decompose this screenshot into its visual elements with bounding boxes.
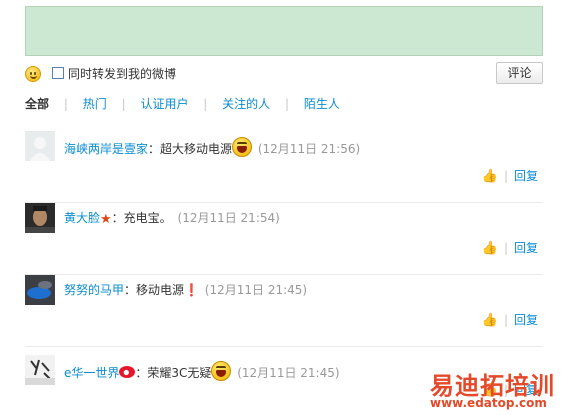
vip-icon: ★ <box>100 212 112 227</box>
emoticon-icon[interactable] <box>25 66 41 82</box>
comment-time: (12月11日 21:45) <box>237 366 340 380</box>
comment-item: 黄大脸★：充电宝。 (12月11日 21:54) 👍 | 回复 <box>25 203 543 275</box>
filter-tab-following[interactable]: 关注的人 <box>222 95 270 112</box>
reply-button[interactable]: 回复 <box>514 169 538 183</box>
comment-line: e华一世界 ：荣耀3C无疑 (12月11日 21:45) <box>64 361 340 381</box>
comment-item: 努努的马甲：移动电源❗ (12月11日 21:45) 👍 | 回复 <box>25 275 543 347</box>
avatar[interactable] <box>25 275 55 305</box>
comment-submit-button[interactable]: 评论 <box>496 62 543 84</box>
avatar[interactable] <box>25 355 55 385</box>
comment-time: (12月11日 21:54) <box>177 211 280 225</box>
reply-button[interactable]: 回复 <box>514 313 538 327</box>
comment-username[interactable]: 黄大脸 <box>64 211 100 225</box>
comment-item: 海峡两岸是壹家：超大移动电源 (12月11日 21:56) 👍 | 回复 <box>25 131 543 203</box>
comment-filter-bar: 全部 | 热门 | 认证用户 | 关注的人 | 陌生人 <box>25 95 340 112</box>
watermark: 易迪拓培训 www.edatop.com <box>430 366 580 414</box>
filter-tab-hot[interactable]: 热门 <box>83 95 107 112</box>
filter-separator: | <box>285 97 290 111</box>
comment-time: (12月11日 21:45) <box>204 283 308 297</box>
comment-textarea[interactable] <box>25 6 543 56</box>
filter-tab-strangers[interactable]: 陌生人 <box>304 95 340 112</box>
comment-actions: 👍 | 回复 <box>482 167 538 184</box>
repost-checkbox[interactable] <box>52 67 64 79</box>
comment-username[interactable]: e华一世界 <box>64 366 119 380</box>
filter-tab-verified[interactable]: 认证用户 <box>140 95 188 112</box>
comment-line: 海峡两岸是壹家：超大移动电源 (12月11日 21:56) <box>64 137 360 157</box>
comment-text: ：移动电源❗ <box>124 283 199 297</box>
comment-actions: 👍 | 回复 <box>482 311 538 328</box>
filter-tab-all[interactable]: 全部 <box>25 95 49 112</box>
laugh-icon <box>211 361 232 381</box>
thumbs-up-icon[interactable]: 👍 <box>482 169 498 184</box>
repost-label: 同时转发到我的微博 <box>68 67 177 81</box>
avatar[interactable] <box>25 131 55 161</box>
comment-text: ：充电宝。 <box>111 211 172 225</box>
comment-text: ：荣耀3C无疑 <box>135 366 212 380</box>
avatar[interactable] <box>25 203 55 233</box>
action-separator: | <box>503 313 508 327</box>
thumbs-up-icon[interactable]: 👍 <box>482 313 498 328</box>
comment-username[interactable]: 努努的马甲 <box>64 283 124 297</box>
comment-actions: 👍 | 回复 <box>482 239 538 256</box>
reply-button[interactable]: 回复 <box>514 241 538 255</box>
filter-separator: | <box>203 97 208 111</box>
thumbs-up-icon[interactable]: 👍 <box>482 241 498 256</box>
comment-line: 黄大脸★：充电宝。 (12月11日 21:54) <box>64 209 280 227</box>
weibo-icon <box>119 366 136 378</box>
action-separator: | <box>503 169 508 183</box>
filter-separator: | <box>121 97 126 111</box>
comment-time: (12月11日 21:56) <box>257 142 361 156</box>
comment-username[interactable]: 海峡两岸是壹家 <box>64 142 148 156</box>
watermark-url: www.edatop.com <box>430 396 547 410</box>
comment-line: 努努的马甲：移动电源❗ (12月11日 21:45) <box>64 281 307 298</box>
filter-separator: | <box>63 97 68 111</box>
laugh-icon <box>232 137 253 157</box>
action-separator: | <box>503 241 508 255</box>
comment-text: ：超大移动电源 <box>148 142 233 156</box>
